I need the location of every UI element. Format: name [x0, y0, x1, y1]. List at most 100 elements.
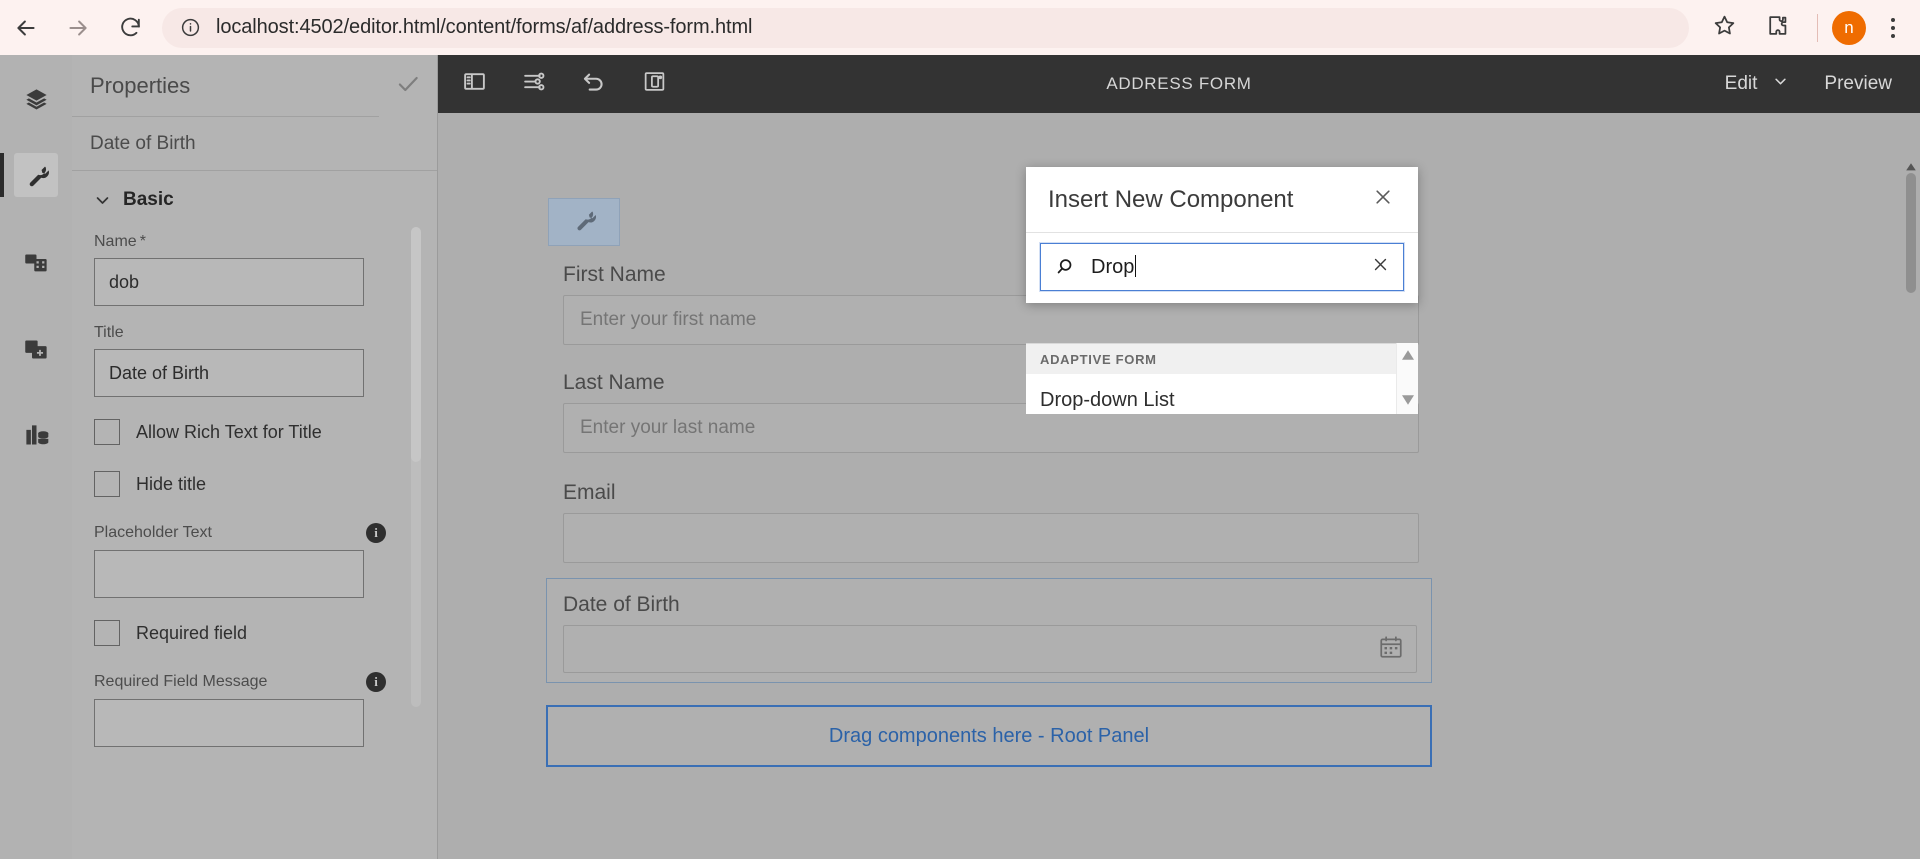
- hide-title-checkbox[interactable]: [94, 471, 120, 497]
- field-title: Title: [94, 324, 415, 397]
- forward-button[interactable]: [52, 2, 104, 54]
- allow-rich-text-checkbox[interactable]: [94, 419, 120, 445]
- section-basic-header[interactable]: Basic: [94, 189, 415, 211]
- field-placeholder-text: Placeholder Text i: [94, 523, 415, 598]
- triangle-down-icon[interactable]: [1402, 392, 1414, 410]
- root-panel-dropzone[interactable]: Drag components here - Root Panel: [546, 705, 1432, 767]
- toolbar-right-group: Edit Preview: [1707, 55, 1914, 113]
- apply-properties-button[interactable]: [379, 55, 437, 117]
- undo-button[interactable]: [564, 55, 624, 113]
- reload-icon: [118, 15, 143, 40]
- back-button[interactable]: [0, 2, 52, 54]
- canvas-scrollbar[interactable]: [1904, 163, 1918, 859]
- result-group-header: ADAPTIVE FORM: [1026, 344, 1418, 374]
- device-emulator-icon: [642, 69, 667, 99]
- properties-scrollbar-thumb[interactable]: [411, 227, 421, 462]
- field-title-label-text: Title: [94, 324, 124, 341]
- field-email: Email: [563, 481, 1419, 563]
- dialog-close-button[interactable]: [1366, 183, 1400, 217]
- field-name-label: Name *: [94, 233, 415, 251]
- add-component-icon: [14, 327, 58, 371]
- mode-label: Edit: [1724, 73, 1758, 94]
- rail-item-edit[interactable]: [0, 145, 72, 205]
- site-info-icon[interactable]: [178, 16, 202, 40]
- url-text: localhost:4502/editor.html/content/forms…: [216, 16, 753, 38]
- app-shell: Properties Date of Birth Basic Name * do…: [0, 55, 1920, 859]
- side-panel-toggle-button[interactable]: [444, 55, 504, 113]
- toolbar-divider: [1817, 13, 1818, 42]
- required-message-input[interactable]: [94, 699, 364, 747]
- properties-form: Basic Name * Title Allow Rich Text for T…: [72, 171, 437, 859]
- avatar[interactable]: n: [1832, 10, 1866, 45]
- address-bar[interactable]: localhost:4502/editor.html/content/forms…: [162, 7, 1689, 48]
- reload-button[interactable]: [104, 2, 156, 54]
- rail-item-content-tree[interactable]: [0, 405, 72, 465]
- chevron-down-icon: [94, 192, 111, 209]
- left-rail: [0, 55, 72, 859]
- wrench-icon: [571, 207, 597, 238]
- results-scrollbar[interactable]: [1396, 343, 1418, 414]
- properties-panel: Properties Date of Birth Basic Name * do…: [72, 55, 438, 859]
- puzzle-piece-icon: [1765, 13, 1790, 43]
- field-name: Name *: [94, 233, 415, 306]
- emulator-button[interactable]: [624, 55, 684, 113]
- title-input[interactable]: [94, 349, 364, 397]
- undo-icon: [581, 69, 607, 100]
- search-input[interactable]: Drop: [1081, 255, 1367, 279]
- field-date-of-birth-selected[interactable]: Date of Birth: [546, 578, 1432, 683]
- layers-icon: [14, 77, 58, 121]
- field-required-message: Required Field Message i: [94, 672, 415, 747]
- side-panel-icon: [462, 69, 487, 99]
- email-input[interactable]: [563, 513, 1419, 563]
- calendar-icon[interactable]: [1378, 634, 1404, 665]
- rail-item-layers[interactable]: [0, 69, 72, 129]
- date-of-birth-label: Date of Birth: [563, 593, 680, 616]
- editor-area: ADDRESS FORM Edit Preview First Name Ent…: [438, 55, 1920, 859]
- component-search-field[interactable]: Drop: [1040, 243, 1404, 291]
- field-required-message-label: Required Field Message i: [94, 672, 386, 692]
- info-icon[interactable]: i: [366, 523, 386, 543]
- checkbox-allow-rich-text[interactable]: Allow Rich Text for Title: [94, 419, 415, 445]
- page-information-button[interactable]: [504, 55, 564, 113]
- rail-item-components[interactable]: [0, 319, 72, 379]
- text-caret: [1135, 255, 1137, 277]
- result-item-drop-down-list[interactable]: Drop-down List: [1026, 374, 1418, 414]
- name-input[interactable]: [94, 258, 364, 306]
- search-input-value: Drop: [1091, 256, 1135, 278]
- date-of-birth-input[interactable]: [563, 625, 1417, 673]
- dialog-search-area: Drop: [1026, 233, 1418, 303]
- browser-toolbar: localhost:4502/editor.html/content/forms…: [0, 0, 1920, 55]
- checkbox-hide-title[interactable]: Hide title: [94, 471, 415, 497]
- kebab-menu-icon: [1891, 17, 1895, 38]
- info-icon[interactable]: i: [366, 672, 386, 692]
- selected-component-name: Date of Birth: [72, 117, 437, 171]
- section-basic-label: Basic: [123, 189, 174, 210]
- browser-menu-button[interactable]: [1866, 5, 1920, 51]
- field-placeholder-label: Placeholder Text i: [94, 523, 386, 543]
- page-title: Properties: [90, 72, 191, 98]
- required-marker: *: [139, 233, 146, 250]
- bookmark-button[interactable]: [1701, 5, 1747, 51]
- triangle-up-icon[interactable]: [1402, 347, 1414, 365]
- chevron-down-icon: [1773, 73, 1788, 95]
- editor-toolbar: ADDRESS FORM Edit Preview: [438, 55, 1920, 113]
- mode-selector[interactable]: Edit: [1707, 55, 1807, 113]
- rail-item-assets[interactable]: [0, 233, 72, 293]
- component-edit-toolbar[interactable]: [548, 198, 620, 246]
- preview-button[interactable]: Preview: [1806, 55, 1910, 113]
- check-icon: [395, 71, 421, 102]
- search-icon: [1053, 256, 1081, 278]
- assets-finder-icon: [14, 241, 58, 285]
- dialog-header: Insert New Component: [1026, 167, 1418, 233]
- search-results-list: ADAPTIVE FORM Drop-down List: [1026, 343, 1418, 414]
- canvas-scroll-thumb[interactable]: [1906, 173, 1916, 293]
- required-field-checkbox[interactable]: [94, 620, 120, 646]
- placeholder-text-input[interactable]: [94, 550, 364, 598]
- close-icon: [1373, 187, 1393, 212]
- checkbox-required-field[interactable]: Required field: [94, 620, 415, 646]
- extensions-button[interactable]: [1751, 5, 1803, 51]
- email-label: Email: [563, 481, 616, 504]
- content-tree-icon: [14, 413, 58, 457]
- forward-arrow-icon: [65, 15, 91, 41]
- clear-search-button[interactable]: [1367, 256, 1393, 278]
